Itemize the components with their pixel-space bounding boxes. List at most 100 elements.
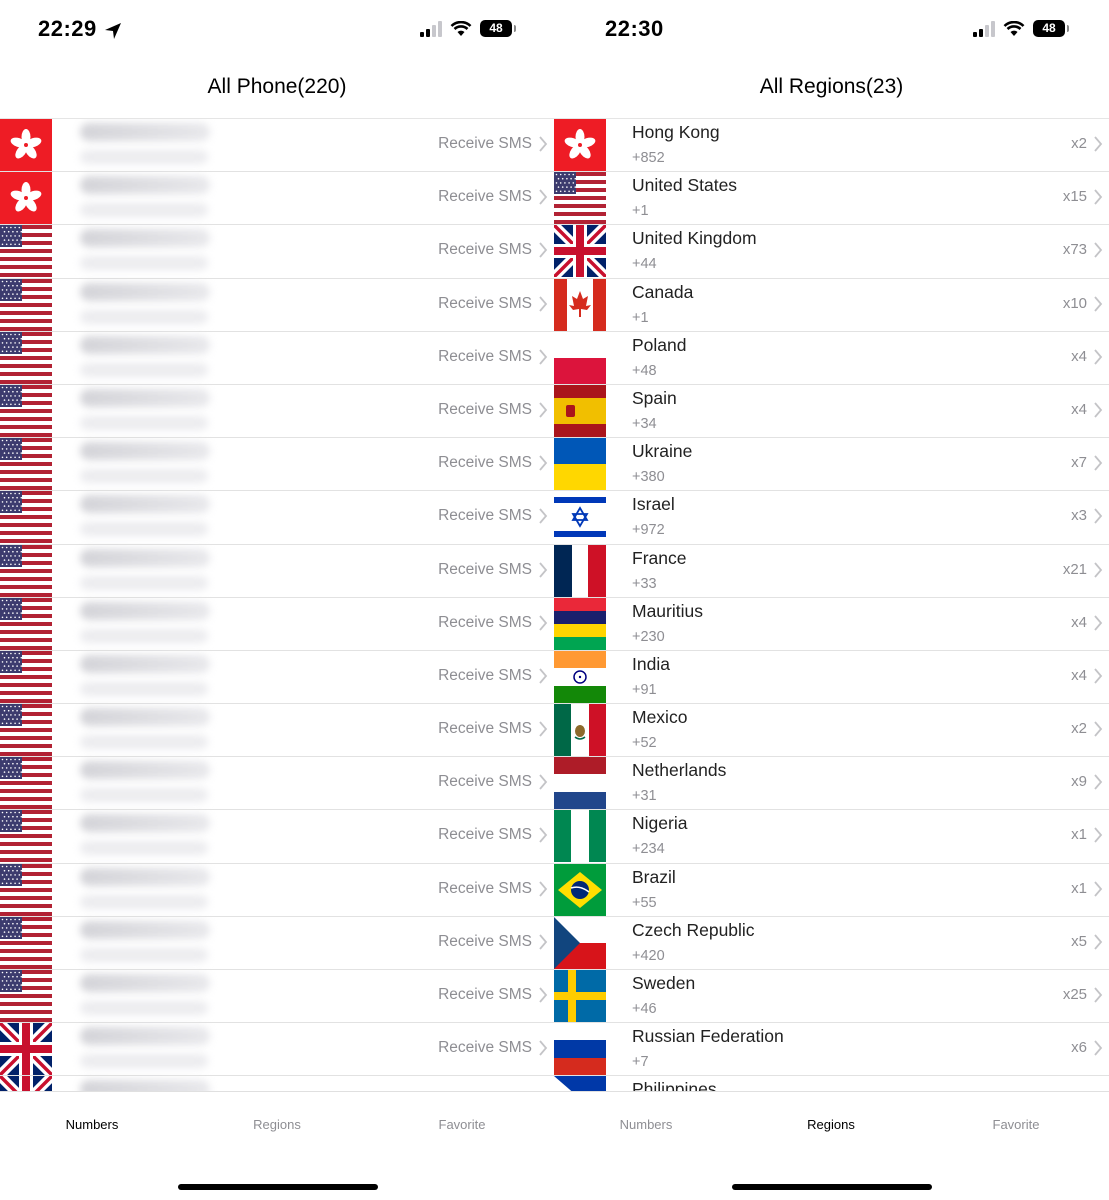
receive-sms-label: Receive SMS: [438, 400, 532, 418]
number-count: x4: [1071, 347, 1087, 365]
region-row[interactable]: United States +1 x15: [554, 172, 1109, 226]
region-name: Czech Republic: [632, 919, 755, 940]
flag-mu-icon: [554, 597, 606, 650]
region-name: Israel: [632, 494, 675, 515]
phone-number-redacted: [80, 495, 210, 514]
phone-number-row[interactable]: Receive SMS: [0, 704, 554, 758]
chevron-right-icon: [539, 295, 548, 312]
number-count: x4: [1071, 666, 1087, 684]
region-row[interactable]: Sweden +46 x25: [554, 970, 1109, 1024]
region-row[interactable]: Philippines: [554, 1076, 1109, 1091]
tab-regions[interactable]: Regions: [217, 1117, 337, 1132]
tab-numbers[interactable]: Numbers: [32, 1117, 152, 1132]
phone-number-row[interactable]: Receive SMS: [0, 810, 554, 864]
region-row[interactable]: Netherlands +31 x9: [554, 757, 1109, 811]
region-row[interactable]: Spain +34 x4: [554, 384, 1109, 439]
country-redacted: [80, 735, 208, 750]
flag-us-icon: [0, 810, 52, 863]
flag-us-icon: [0, 331, 52, 384]
phone-number-row[interactable]: Receive SMS: [0, 491, 554, 545]
flag-us-icon: [0, 491, 52, 544]
region-name: United Kingdom: [632, 228, 757, 249]
phone-number-row[interactable]: Receive SMS: [0, 1076, 554, 1091]
region-row[interactable]: Israel +972 x3: [554, 491, 1109, 545]
phone-number-row[interactable]: Receive SMS: [0, 597, 554, 651]
chevron-right-icon: [1094, 934, 1103, 950]
battery-icon: 48: [1033, 20, 1069, 37]
region-row[interactable]: Hong Kong +852 x2: [554, 119, 1109, 173]
flag-us-icon: [0, 597, 52, 650]
phone-number-row[interactable]: Receive SMS: [0, 1023, 554, 1077]
phone-number-row[interactable]: Receive SMS: [0, 970, 554, 1024]
phone-number-redacted: [80, 176, 210, 195]
tab-numbers[interactable]: Numbers: [586, 1117, 706, 1132]
phone-number-row[interactable]: Receive SMS: [0, 863, 554, 917]
region-row[interactable]: India +91 x4: [554, 650, 1109, 705]
country-redacted: [80, 415, 208, 430]
flag-us-icon: [0, 650, 52, 703]
flag-hk-icon: [554, 119, 606, 171]
region-list[interactable]: Hong Kong +852 x2 United States +1 x15 United …: [554, 118, 1109, 1091]
chevron-right-icon: [539, 615, 548, 631]
phone-number-redacted: [80, 335, 210, 354]
country-redacted: [80, 681, 208, 696]
flag-ua-icon: [554, 438, 606, 491]
phone-number-row[interactable]: Receive SMS: [0, 650, 554, 705]
phone-number-row[interactable]: Receive SMS: [0, 544, 554, 598]
chevron-right-icon: [539, 987, 548, 1003]
phone-number-list[interactable]: Receive SMS Receive SMS Receive SMS Receive…: [0, 118, 554, 1091]
region-row[interactable]: Canada +1 x10: [554, 278, 1109, 332]
receive-sms-label: Receive SMS: [438, 666, 532, 684]
phone-number-redacted: [80, 708, 210, 727]
phone-number-row[interactable]: Receive SMS: [0, 225, 554, 279]
region-name: Canada: [632, 281, 694, 302]
dial-code: +48: [632, 362, 657, 379]
dial-code: +852: [632, 150, 665, 166]
receive-sms-label: Receive SMS: [438, 773, 532, 791]
phone-number-redacted: [80, 282, 210, 301]
tab-favorite[interactable]: Favorite: [402, 1117, 522, 1132]
status-bar: 22:29 48: [0, 0, 554, 62]
region-name: Ukraine: [632, 441, 693, 462]
chevron-right-icon: [539, 561, 548, 578]
chevron-right-icon: [539, 1040, 548, 1056]
region-row[interactable]: Mauritius +230 x4: [554, 597, 1109, 651]
phone-number-row[interactable]: Receive SMS: [0, 438, 554, 492]
dial-code: +234: [632, 841, 665, 858]
flag-us-icon: [0, 970, 52, 1022]
region-row[interactable]: Mexico +52 x2: [554, 704, 1109, 758]
home-indicator: [178, 1184, 378, 1190]
phone-number-row[interactable]: Receive SMS: [0, 278, 554, 332]
phone-number-row[interactable]: Receive SMS: [0, 916, 554, 970]
region-row[interactable]: Czech Republic +420 x5: [554, 916, 1109, 970]
chevron-right-icon: [539, 189, 548, 205]
phone-number-row[interactable]: Receive SMS: [0, 172, 554, 226]
region-row[interactable]: United Kingdom +44 x73: [554, 225, 1109, 279]
region-row[interactable]: Nigeria +234 x1: [554, 810, 1109, 864]
number-count: x6: [1071, 1039, 1087, 1057]
phone-number-row[interactable]: Receive SMS: [0, 331, 554, 385]
phone-number-row[interactable]: Receive SMS: [0, 119, 554, 173]
cellular-signal-icon: [973, 20, 995, 37]
tab-favorite[interactable]: Favorite: [956, 1117, 1076, 1132]
region-row[interactable]: Russian Federation +7 x6: [554, 1023, 1109, 1077]
country-redacted: [80, 203, 208, 218]
country-redacted: [80, 469, 208, 484]
dial-code: +230: [632, 628, 665, 645]
region-row[interactable]: France +33 x21: [554, 544, 1109, 598]
tab-regions[interactable]: Regions: [771, 1117, 891, 1132]
dial-code: +1: [632, 309, 649, 326]
country-redacted: [80, 628, 208, 643]
region-row[interactable]: Brazil +55 x1: [554, 863, 1109, 917]
chevron-right-icon: [539, 774, 548, 790]
region-row[interactable]: Poland +48 x4: [554, 331, 1109, 385]
flag-us-icon: [0, 916, 52, 969]
wifi-icon: [450, 20, 472, 36]
number-count: x21: [1062, 560, 1087, 578]
phone-number-row[interactable]: Receive SMS: [0, 757, 554, 811]
region-row[interactable]: Ukraine +380 x7: [554, 438, 1109, 492]
dial-code: +33: [632, 575, 657, 592]
phone-number-row[interactable]: Receive SMS: [0, 384, 554, 439]
receive-sms-label: Receive SMS: [438, 560, 532, 578]
chevron-right-icon: [539, 402, 548, 418]
